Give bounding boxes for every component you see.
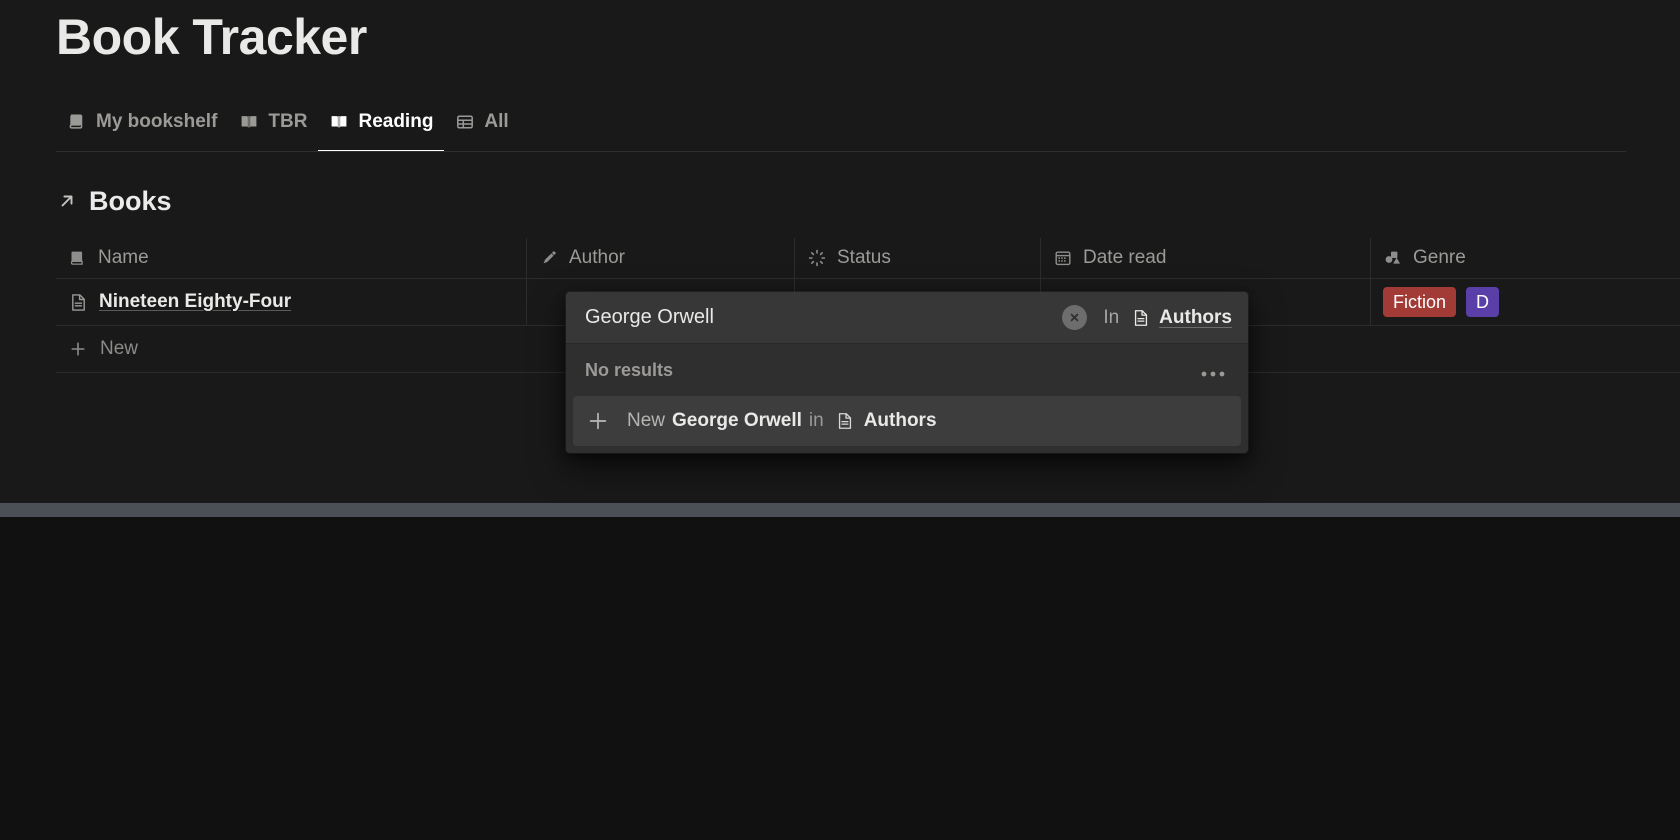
option-database-label: Authors bbox=[863, 410, 937, 431]
tab-reading[interactable]: Reading bbox=[318, 104, 445, 152]
page-icon bbox=[68, 292, 89, 313]
database-title[interactable]: Books bbox=[89, 184, 172, 218]
in-database-link[interactable]: Authors bbox=[1130, 307, 1232, 329]
genre-tag[interactable]: Fiction bbox=[1383, 287, 1457, 317]
open-book-icon bbox=[239, 112, 259, 132]
page-title: Book Tracker bbox=[56, 9, 367, 65]
notion-page: Book Tracker My bookshelf TBR Reading Al… bbox=[0, 0, 1680, 503]
plus-icon bbox=[585, 408, 611, 434]
option-in-label: in bbox=[808, 410, 824, 431]
search-input[interactable]: George Orwell bbox=[585, 306, 1062, 329]
relation-icon bbox=[539, 248, 559, 268]
database-heading[interactable]: Books bbox=[56, 184, 172, 218]
in-database-label: Authors bbox=[1159, 306, 1232, 328]
row-page-link[interactable]: Nineteen Eighty-Four bbox=[99, 291, 291, 313]
open-book-icon bbox=[329, 112, 349, 132]
app-root: Book Tracker My bookshelf TBR Reading Al… bbox=[0, 0, 1680, 840]
cell-genre[interactable]: Fiction D bbox=[1370, 279, 1680, 325]
tab-label: All bbox=[484, 111, 509, 132]
books-icon bbox=[68, 248, 88, 268]
books-icon bbox=[67, 112, 87, 132]
calendar-icon bbox=[1053, 248, 1073, 268]
column-header-status[interactable]: Status bbox=[794, 238, 1040, 278]
column-header-author[interactable]: Author bbox=[526, 238, 794, 278]
column-header-label: Date read bbox=[1083, 247, 1167, 268]
column-header-label: Author bbox=[569, 247, 625, 268]
column-header-date-read[interactable]: Date read bbox=[1040, 238, 1370, 278]
tab-my-bookshelf[interactable]: My bookshelf bbox=[56, 104, 228, 152]
in-label: In bbox=[1103, 306, 1120, 328]
column-header-label: Status bbox=[837, 247, 891, 268]
column-header-label: Name bbox=[98, 247, 149, 268]
option-database: Authors bbox=[835, 410, 937, 432]
popup-results-header: No results bbox=[566, 344, 1248, 396]
option-new-label: New bbox=[627, 410, 666, 431]
column-header-name[interactable]: Name bbox=[56, 238, 526, 278]
desktop-background bbox=[0, 517, 1680, 840]
table-icon bbox=[455, 112, 475, 132]
no-results-label: No results bbox=[585, 359, 674, 380]
tab-all[interactable]: All bbox=[444, 104, 519, 152]
arrow-up-right-icon bbox=[56, 190, 78, 212]
tab-label: Reading bbox=[358, 111, 434, 132]
option-search-term: George Orwell bbox=[672, 410, 802, 431]
table-header-row: Name Author Status Date read Genre bbox=[56, 238, 1680, 279]
window-edge-band bbox=[0, 503, 1680, 517]
popup-search-bar: George Orwell In Authors bbox=[566, 292, 1248, 344]
clear-circle-icon[interactable] bbox=[1062, 305, 1088, 330]
cell-name[interactable]: Nineteen Eighty-Four bbox=[56, 279, 526, 325]
tab-label: TBR bbox=[268, 111, 308, 132]
tab-label: My bookshelf bbox=[96, 111, 218, 132]
plus-icon bbox=[68, 339, 88, 359]
ellipsis-icon[interactable] bbox=[1197, 363, 1229, 378]
column-header-genre[interactable]: Genre bbox=[1370, 238, 1680, 278]
multi-select-icon bbox=[1383, 248, 1403, 268]
new-row-label: New bbox=[100, 338, 139, 359]
view-tabbar: My bookshelf TBR Reading All bbox=[56, 104, 520, 152]
relation-search-popup: George Orwell In Authors No results New … bbox=[566, 292, 1248, 453]
create-new-page-option[interactable]: New George Orwell in Authors bbox=[573, 396, 1241, 446]
page-icon bbox=[835, 411, 856, 432]
tabbar-divider bbox=[56, 151, 1626, 152]
status-icon bbox=[807, 248, 827, 268]
genre-tag[interactable]: D bbox=[1466, 287, 1500, 317]
column-header-label: Genre bbox=[1413, 247, 1466, 268]
page-icon bbox=[1130, 307, 1151, 328]
tab-tbr[interactable]: TBR bbox=[228, 104, 318, 152]
